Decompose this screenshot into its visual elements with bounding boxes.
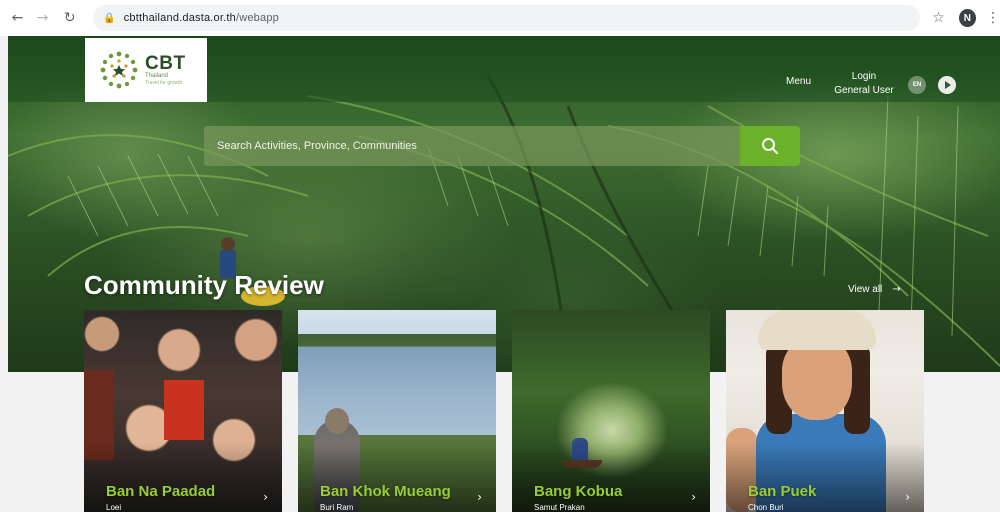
arrow-right-icon: → (892, 284, 901, 295)
chevron-right-icon: › (905, 490, 910, 504)
forward-arrow-icon[interactable]: → (33, 8, 52, 28)
address-bar[interactable]: 🔒 cbtthailand.dasta.or.th/webapp (93, 5, 921, 31)
logo-wordmark: CBT Thailand Travel for growth (145, 54, 186, 86)
logo-title: CBT (145, 53, 186, 74)
card-province: Chon Buri (748, 503, 784, 512)
cbt-logo-icon (100, 51, 138, 89)
community-card-ban-puek[interactable]: Ban Puek Chon Buri › (726, 310, 924, 512)
url-path: /webapp (235, 12, 279, 24)
card-title: Ban Puek (748, 483, 817, 500)
bookmark-star-icon[interactable]: ☆ (932, 10, 945, 26)
view-all-label: View all (848, 284, 883, 295)
search-button[interactable] (740, 126, 800, 166)
login-button[interactable]: Login General User (826, 70, 902, 98)
community-card-ban-khok-mueang[interactable]: Ban Khok Mueang Buri Ram › (298, 310, 496, 512)
chevron-right-icon: › (263, 490, 268, 504)
card-title: Ban Na Paadad (106, 483, 216, 500)
community-card-ban-na-paadad[interactable]: Ban Na Paadad Loei › (84, 310, 282, 512)
url-text: cbtthailand.dasta.or.th/webapp (124, 12, 279, 24)
card-province: Loei (106, 503, 122, 512)
search-bar (204, 126, 740, 166)
logo-tagline: Travel for growth (145, 80, 183, 86)
user-type-label: General User (834, 85, 894, 96)
reload-icon[interactable]: ↻ (60, 8, 79, 28)
chevron-right-icon: › (691, 490, 696, 504)
card-title: Bang Kobua (534, 483, 623, 500)
menu-link[interactable]: Menu (786, 76, 811, 87)
lock-icon: 🔒 (103, 12, 116, 24)
site-logo[interactable]: CBT Thailand Travel for growth (85, 38, 207, 102)
more-options-icon[interactable]: ⋮ (986, 10, 1000, 26)
chevron-right-icon: › (477, 490, 482, 504)
login-label: Login (851, 71, 877, 82)
card-title: Ban Khok Mueang (320, 483, 451, 500)
back-arrow-icon[interactable]: ← (8, 8, 27, 28)
language-toggle[interactable]: EN (908, 76, 926, 94)
card-province: Samut Prakan (534, 503, 585, 512)
logo-subtitle: Thailand (145, 73, 169, 79)
search-input[interactable] (217, 140, 740, 152)
view-all-link[interactable]: View all → (848, 284, 901, 295)
community-card-bang-kobua[interactable]: Bang Kobua Samut Prakan › (512, 310, 710, 512)
play-icon[interactable] (938, 76, 956, 94)
search-icon (762, 138, 778, 154)
profile-avatar[interactable]: N (958, 9, 977, 27)
card-province: Buri Ram (320, 503, 354, 512)
section-title: Community Review (84, 270, 324, 300)
browser-toolbar: ← → ↻ 🔒 cbtthailand.dasta.or.th/webapp ☆… (0, 0, 1000, 36)
web-page: CBT Thailand Travel for growth Menu Logi… (8, 36, 1000, 512)
url-host: cbtthailand.dasta.or.th (123, 12, 236, 24)
